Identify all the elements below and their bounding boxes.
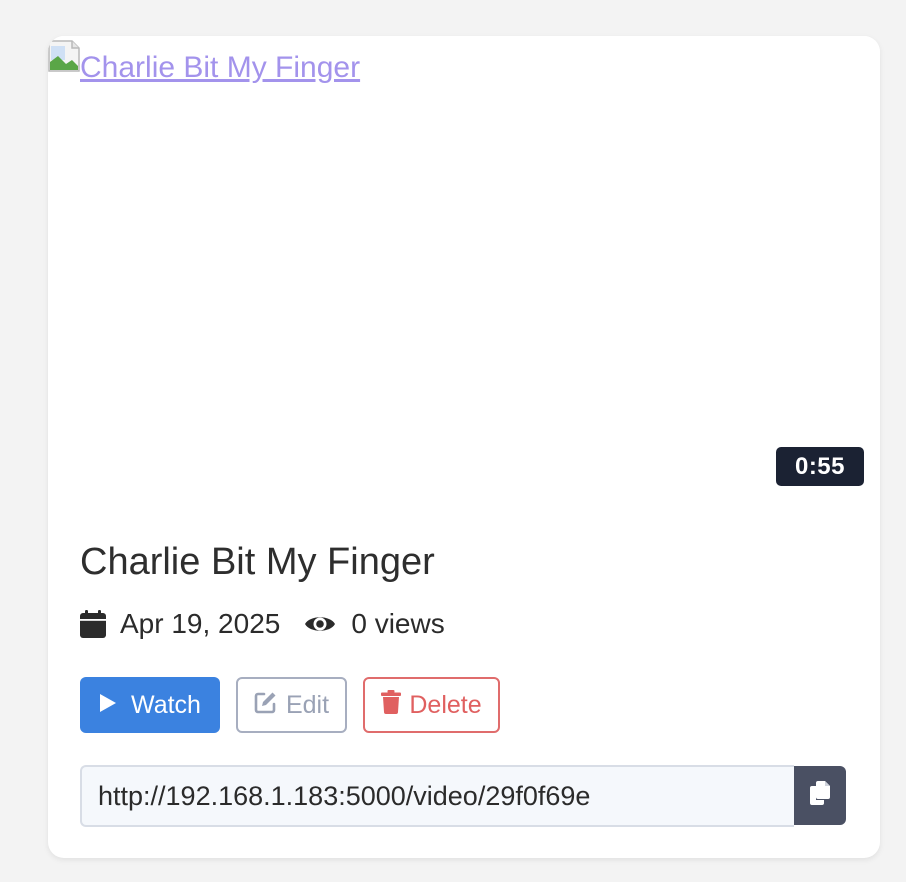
watch-button[interactable]: Watch: [80, 677, 220, 733]
video-thumbnail[interactable]: Charlie Bit My Finger 0:55: [48, 36, 880, 504]
view-count: 0 views: [351, 608, 445, 639]
trash-icon: [381, 689, 402, 721]
video-card: Charlie Bit My Finger 0:55 Charlie Bit M…: [48, 36, 880, 858]
edit-button[interactable]: Edit: [236, 677, 347, 733]
thumbnail-link[interactable]: Charlie Bit My Finger: [48, 40, 360, 84]
duration-badge: 0:55: [776, 447, 864, 486]
thumbnail-alt-text[interactable]: Charlie Bit My Finger: [80, 50, 360, 86]
upload-date: Apr 19, 2025: [120, 608, 281, 639]
copy-url-button[interactable]: [794, 766, 846, 825]
edit-icon: [254, 690, 278, 721]
broken-image-icon: [48, 40, 80, 72]
share-url-input[interactable]: [80, 765, 794, 827]
eye-icon: [304, 612, 336, 636]
edit-button-label: Edit: [285, 690, 330, 719]
delete-button-label: Delete: [409, 690, 482, 719]
copy-icon: [809, 781, 831, 810]
calendar-icon: [80, 610, 106, 638]
delete-button[interactable]: Delete: [363, 677, 500, 733]
video-title: Charlie Bit My Finger: [80, 541, 435, 583]
video-meta: Apr 19, 2025 0 views: [80, 606, 445, 642]
watch-button-label: Watch: [131, 690, 201, 719]
share-url-group: [80, 765, 846, 827]
play-icon: [99, 691, 117, 720]
